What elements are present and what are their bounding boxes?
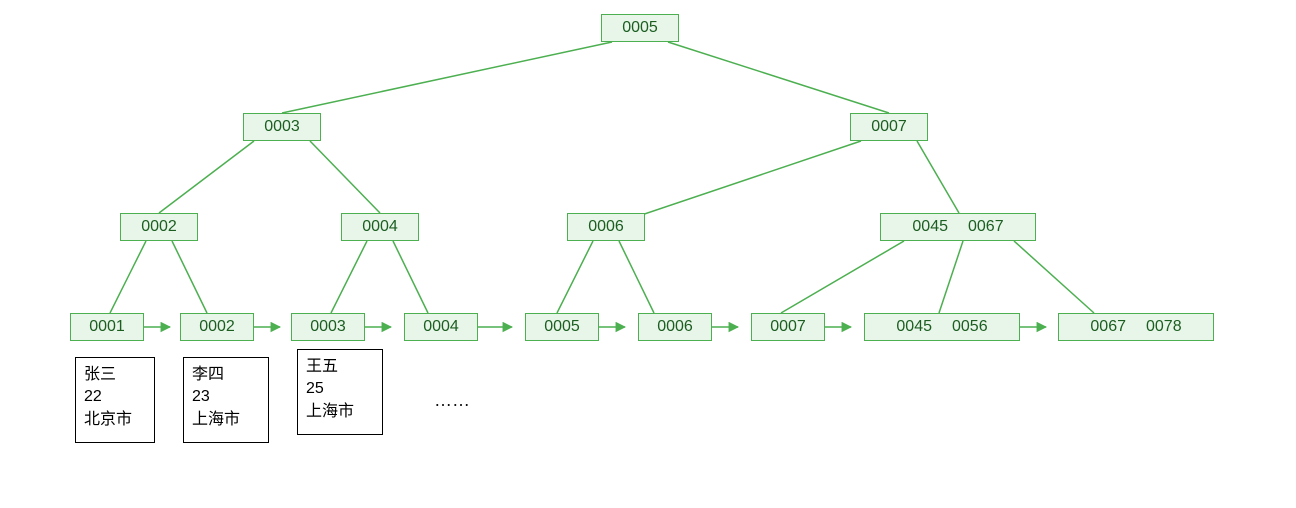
record-age: 22 <box>84 386 146 408</box>
leaf-key: 0001 <box>89 318 125 336</box>
node-key: 0005 <box>622 19 658 37</box>
record-city: 上海市 <box>306 401 374 423</box>
tree-leaf-1: 0002 <box>180 313 254 341</box>
record-age: 23 <box>192 386 260 408</box>
tree-leaf-5: 0006 <box>638 313 712 341</box>
tree-leaf-0: 0001 <box>70 313 144 341</box>
tree-node-l2-0: 0002 <box>120 213 198 241</box>
node-key: 0045 <box>912 218 948 236</box>
record-city: 上海市 <box>192 409 260 431</box>
data-record-1: 李四 23 上海市 <box>183 357 269 443</box>
tree-leaf-8: 0067 0078 <box>1058 313 1214 341</box>
tree-root-node: 0005 <box>601 14 679 42</box>
leaf-key: 0067 <box>1090 318 1126 336</box>
tree-leaf-6: 0007 <box>751 313 825 341</box>
node-key: 0007 <box>871 118 907 136</box>
tree-node-l2-3: 0045 0067 <box>880 213 1036 241</box>
leaf-key: 0056 <box>952 318 988 336</box>
node-key: 0006 <box>588 218 624 236</box>
records-ellipsis: …… <box>434 390 470 411</box>
record-city: 北京市 <box>84 409 146 431</box>
leaf-key: 0003 <box>310 318 346 336</box>
leaf-key: 0045 <box>896 318 932 336</box>
record-name: 李四 <box>192 364 260 386</box>
tree-leaf-4: 0005 <box>525 313 599 341</box>
record-name: 王五 <box>306 356 374 378</box>
tree-leaf-2: 0003 <box>291 313 365 341</box>
leaf-key: 0078 <box>1146 318 1182 336</box>
btree-diagram: { "tree": { "root": { "keys": ["0005"] }… <box>0 0 1296 508</box>
node-key: 0004 <box>362 218 398 236</box>
tree-node-l1-left: 0003 <box>243 113 321 141</box>
node-key: 0067 <box>968 218 1004 236</box>
tree-leaf-7: 0045 0056 <box>864 313 1020 341</box>
leaf-key: 0004 <box>423 318 459 336</box>
leaf-key: 0002 <box>199 318 235 336</box>
tree-node-l2-2: 0006 <box>567 213 645 241</box>
tree-leaf-3: 0004 <box>404 313 478 341</box>
leaf-key: 0007 <box>770 318 806 336</box>
node-key: 0002 <box>141 218 177 236</box>
leaf-key: 0006 <box>657 318 693 336</box>
data-record-2: 王五 25 上海市 <box>297 349 383 435</box>
leaf-key: 0005 <box>544 318 580 336</box>
node-key: 0003 <box>264 118 300 136</box>
tree-node-l2-1: 0004 <box>341 213 419 241</box>
data-record-0: 张三 22 北京市 <box>75 357 155 443</box>
record-name: 张三 <box>84 364 146 386</box>
record-age: 25 <box>306 378 374 400</box>
tree-node-l1-right: 0007 <box>850 113 928 141</box>
